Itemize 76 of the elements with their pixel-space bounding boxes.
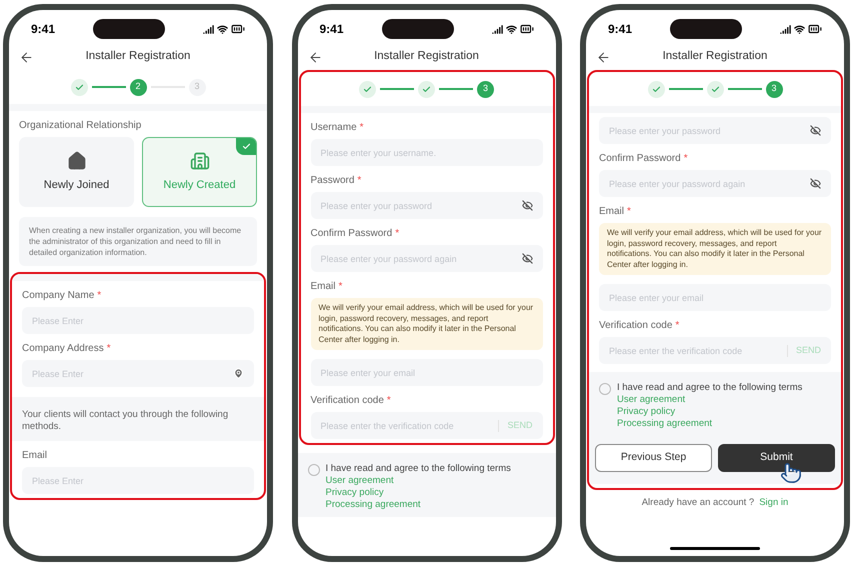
required-mark: * (360, 121, 364, 135)
footer-text: Already have an account ? (642, 496, 754, 510)
required-mark: * (338, 280, 342, 294)
choice-card[interactable]: Newly Joined (19, 137, 134, 207)
field-label: Organizational Relationship (19, 119, 142, 133)
submit-button[interactable]: Submit (718, 444, 835, 472)
battery-icon (520, 22, 534, 36)
send-button[interactable]: SEND (507, 419, 532, 432)
field-label: Verification code (310, 394, 384, 408)
required-mark: * (395, 227, 400, 241)
required-mark: * (675, 319, 680, 333)
field-label: Email (310, 280, 336, 294)
status-time: 9:41 (608, 21, 632, 38)
check-icon (710, 84, 720, 94)
terms-link[interactable]: Processing agreement (617, 418, 802, 430)
field-label: Email (22, 449, 48, 463)
check-icon (422, 84, 431, 94)
field-label: Email (599, 205, 624, 219)
field-label: Confirm Password (599, 152, 681, 166)
status-time: 9:41 (31, 21, 56, 38)
info-band: Your clients will contact you through the following methods. (12, 397, 264, 441)
sign-in-link[interactable]: Sign in (759, 496, 788, 510)
agree-checkbox[interactable] (599, 383, 611, 395)
previous-button[interactable]: Previous Step (595, 444, 712, 472)
choice-card[interactable]: Newly Created (142, 137, 257, 207)
building-icon (190, 150, 210, 171)
field-label: Verification code (599, 319, 672, 333)
required-mark: * (627, 205, 631, 219)
required-mark: * (684, 152, 688, 166)
check-icon (74, 82, 84, 92)
required-mark: * (97, 289, 102, 303)
terms-link[interactable]: Processing agreement (326, 499, 511, 511)
page-title: Installer Registration (662, 49, 768, 64)
battery-icon (231, 22, 245, 36)
house-icon (66, 150, 86, 171)
signal-icon (203, 24, 214, 34)
terms-link[interactable]: User agreement (617, 394, 802, 406)
check-icon (363, 84, 372, 94)
required-mark: * (357, 174, 362, 188)
terms-text: I have read and agree to the following terms (617, 382, 802, 394)
eye-off-icon[interactable] (810, 125, 821, 136)
step-number: 3 (766, 80, 782, 98)
field-label: Username (310, 121, 357, 135)
terms-link[interactable]: User agreement (326, 475, 511, 487)
email-notice: We will verify your email address, which will be used for your login, password recovery, messages, and report notifications. You can also modify it later in the Personal Center after logging in. (599, 223, 831, 275)
eye-off-icon[interactable] (522, 253, 532, 264)
selected-corner-badge (236, 138, 256, 155)
info-note: When creating a new installer organization, you will become the administrator of this organization and need to fill in detailed organization information. (19, 217, 257, 266)
check-icon (652, 84, 660, 94)
status-time: 9:41 (320, 21, 344, 38)
page-title: Installer Registration (374, 49, 479, 64)
signal-icon (492, 24, 502, 34)
step-number: 3 (477, 80, 494, 98)
step-number: 2 (130, 78, 146, 96)
field-label: Password (310, 174, 354, 188)
field-label: Company Address (22, 342, 104, 356)
step-number: 3 (188, 78, 206, 96)
wifi-icon (506, 24, 516, 34)
eye-off-icon[interactable] (522, 200, 532, 211)
page-title: Installer Registration (86, 49, 190, 64)
agree-checkbox[interactable] (308, 464, 320, 476)
field-label: Confirm Password (310, 227, 392, 241)
eye-off-icon[interactable] (810, 178, 821, 189)
wifi-icon (217, 24, 228, 34)
terms-link[interactable]: Privacy policy (617, 406, 802, 418)
terms-link[interactable]: Privacy policy (326, 487, 511, 499)
field-label: Company Name (22, 289, 94, 303)
required-mark: * (386, 394, 391, 408)
required-mark: * (106, 342, 111, 356)
send-button[interactable]: SEND (796, 344, 821, 358)
email-notice: We will verify your email address, which will be used for your login, password recovery, messages, and report notifications. You can also modify it later in the Personal Center after logging in. (310, 298, 542, 350)
signal-icon (780, 24, 791, 34)
wifi-icon (794, 24, 805, 34)
battery-icon (808, 22, 822, 36)
location-pin-icon[interactable] (233, 368, 244, 379)
terms-text: I have read and agree to the following terms (326, 463, 511, 475)
